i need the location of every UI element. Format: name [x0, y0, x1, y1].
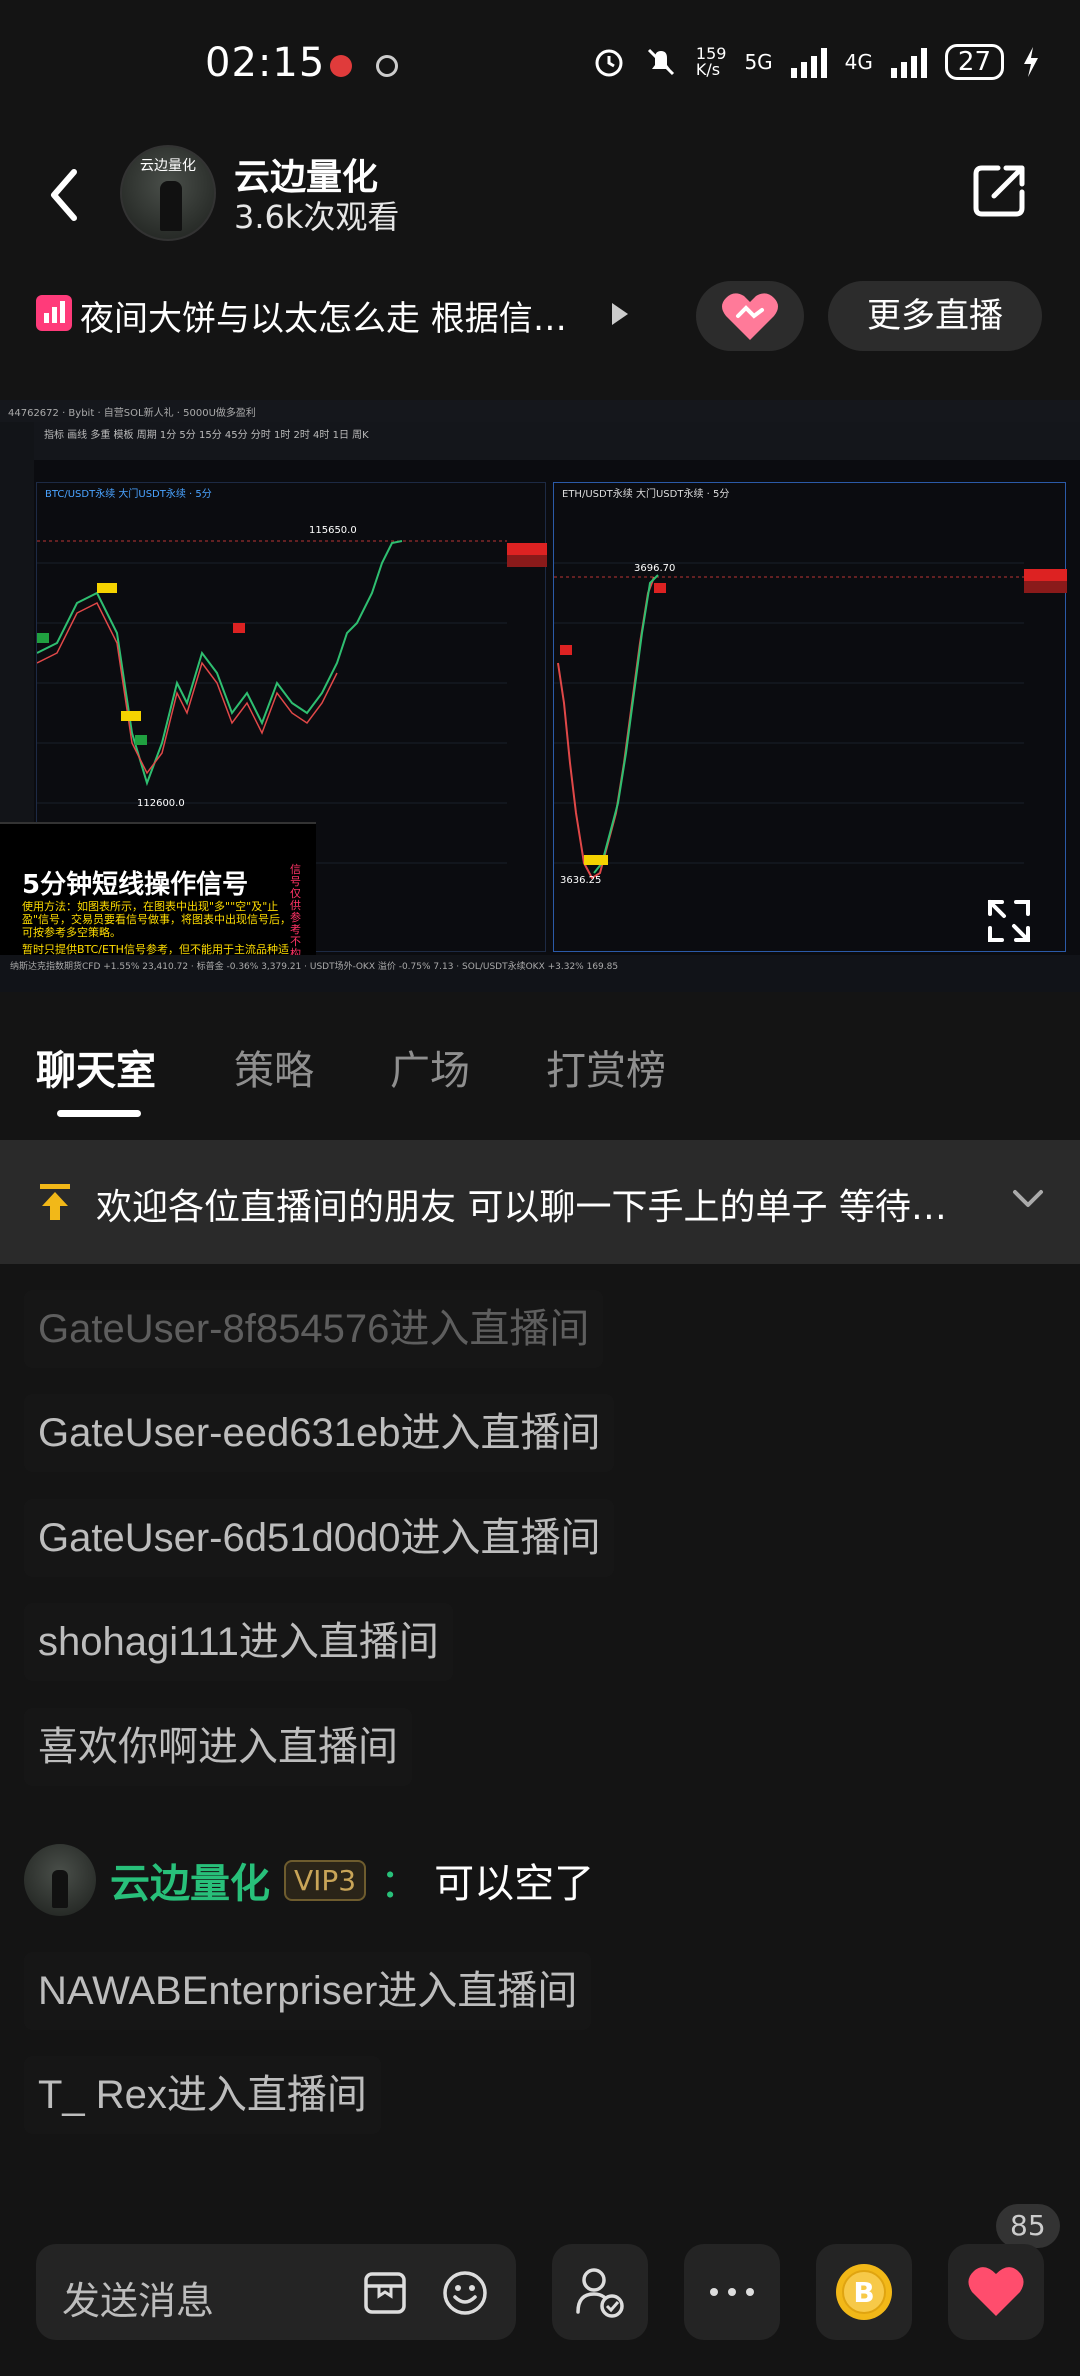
message-input[interactable]: 发送消息 — [36, 2244, 516, 2340]
active-tab-indicator — [57, 1110, 141, 1117]
btc-high-label: 115650.0 — [309, 525, 357, 536]
list-item: shohagi111进入直播间 — [24, 1603, 453, 1681]
net-type-5g: 5G — [744, 50, 773, 74]
live-video[interactable]: 44762672 · Bybit · 自营SOL新人礼 · 5000U做多盈利 … — [0, 400, 1080, 992]
user-avatar[interactable] — [24, 1844, 96, 1916]
host-avatar[interactable]: 云边量化 — [120, 145, 216, 241]
co-host-button[interactable] — [552, 2244, 648, 2340]
bottom-bar: 发送消息 B — [0, 2240, 1080, 2376]
status-bar: 02:15 159 K/s 5G 4G 27 — [0, 0, 1080, 120]
fullscreen-icon[interactable] — [986, 898, 1032, 944]
svg-text:B: B — [853, 2276, 874, 2309]
list-item: NAWABEnterpriser进入直播间 — [24, 1952, 592, 2030]
chevron-down-icon[interactable] — [1012, 1188, 1044, 1210]
avatar-figure — [160, 181, 182, 231]
pinned-message[interactable]: 欢迎各位直播间的朋友 可以聊一下手上的单子 等待一起发财 — [0, 1140, 1080, 1264]
net-type-4g: 4G — [844, 50, 873, 74]
vip-badge: VIP3 — [284, 1859, 367, 1901]
card-icon[interactable] — [362, 2270, 408, 2316]
eth-high-label: 3696.70 — [634, 563, 676, 574]
notification-icon — [330, 55, 352, 77]
heart-icon — [968, 2267, 1024, 2316]
tab-tip-ranking[interactable]: 打赏榜 — [546, 1038, 666, 1096]
tip-coin-button[interactable]: B — [816, 2244, 912, 2340]
eth-low-label: 3636.25 — [560, 875, 602, 886]
clock: 02:15 — [205, 40, 326, 86]
mute-icon — [647, 48, 674, 76]
video-toolbar: 指标 画线 多重 模板 周期 1分 5分 15分 45分 分时 1时 2时 4时… — [34, 422, 1080, 460]
charging-icon — [1024, 47, 1038, 77]
user-chat-message: 云边量化 VIP3 ： 可以空了 — [24, 1830, 594, 1930]
more-options-button[interactable] — [684, 2244, 780, 2340]
play-arrow-icon[interactable] — [612, 303, 628, 325]
battery-icon: 27 — [944, 44, 1004, 80]
list-item: 喜欢你啊进入直播间 — [24, 1708, 412, 1786]
tab-strategy[interactable]: 策略 — [234, 1038, 314, 1096]
tab-square[interactable]: 广场 — [390, 1038, 470, 1096]
user-check-icon — [576, 2268, 624, 2318]
list-item: T_ Rex进入直播间 — [24, 2056, 381, 2134]
net-speed: 159 K/s — [695, 44, 727, 79]
live-bars-icon — [36, 295, 72, 331]
chat-separator: ： — [380, 1861, 421, 1907]
heart-handshake-icon — [722, 293, 778, 340]
list-item: GateUser-8f854576进入直播间 — [24, 1290, 604, 1368]
pin-top-icon — [40, 1184, 70, 1220]
follow-heart-button[interactable] — [696, 281, 804, 351]
alarm-icon — [595, 49, 623, 77]
bitcoin-coin-icon: B — [836, 2264, 892, 2320]
stream-title-row: 夜间大饼与以太怎么走 根据信号操作 更多直播 — [0, 275, 1080, 355]
chat-username[interactable]: 云边量化 — [110, 1851, 270, 1909]
signal-icon-2 — [890, 46, 927, 78]
message-placeholder: 发送消息 — [62, 2279, 215, 2323]
ellipsis-icon — [710, 2288, 754, 2296]
tab-bar: 聊天室 策略 广场 打赏榜 — [0, 1000, 1080, 1130]
like-button[interactable] — [948, 2244, 1044, 2340]
stream-title[interactable]: 夜间大饼与以太怎么走 根据信号操作 — [80, 291, 600, 340]
more-live-button[interactable]: 更多直播 — [828, 281, 1042, 351]
list-item: GateUser-6d51d0d0进入直播间 — [24, 1499, 615, 1577]
emoji-icon[interactable] — [440, 2268, 490, 2318]
chat-text: 可以空了 — [434, 1861, 595, 1907]
back-icon[interactable] — [40, 160, 90, 230]
video-ticker: 纳斯达克指数期货CFD +1.55% 23,410.72 · 标普金 -0.36… — [0, 955, 1080, 992]
signal-icon — [790, 46, 827, 78]
btc-low-label: 112600.0 — [137, 798, 185, 809]
pinned-text: 欢迎各位直播间的朋友 可以聊一下手上的单子 等待一起发财 — [96, 1187, 956, 1228]
list-item: GateUser-eed631eb进入直播间 — [24, 1394, 615, 1472]
share-icon[interactable] — [970, 160, 1030, 220]
signal-title: 5分钟短线操作信号 — [22, 870, 249, 900]
eth-candles — [554, 562, 1067, 880]
video-top-bar: 44762672 · Bybit · 自营SOL新人礼 · 5000U做多盈利 — [0, 400, 1080, 422]
live-header: 云边量化 云边量化 3.6k次观看 — [0, 130, 1080, 260]
sync-icon — [376, 55, 398, 77]
eth-chart-panel: ETH/USDT永续 大门USDT永续 · 5分 3696.70 3636.25 — [553, 482, 1067, 952]
view-count: 3.6k次观看 — [234, 198, 400, 236]
tab-chatroom[interactable]: 聊天室 — [36, 1038, 156, 1096]
